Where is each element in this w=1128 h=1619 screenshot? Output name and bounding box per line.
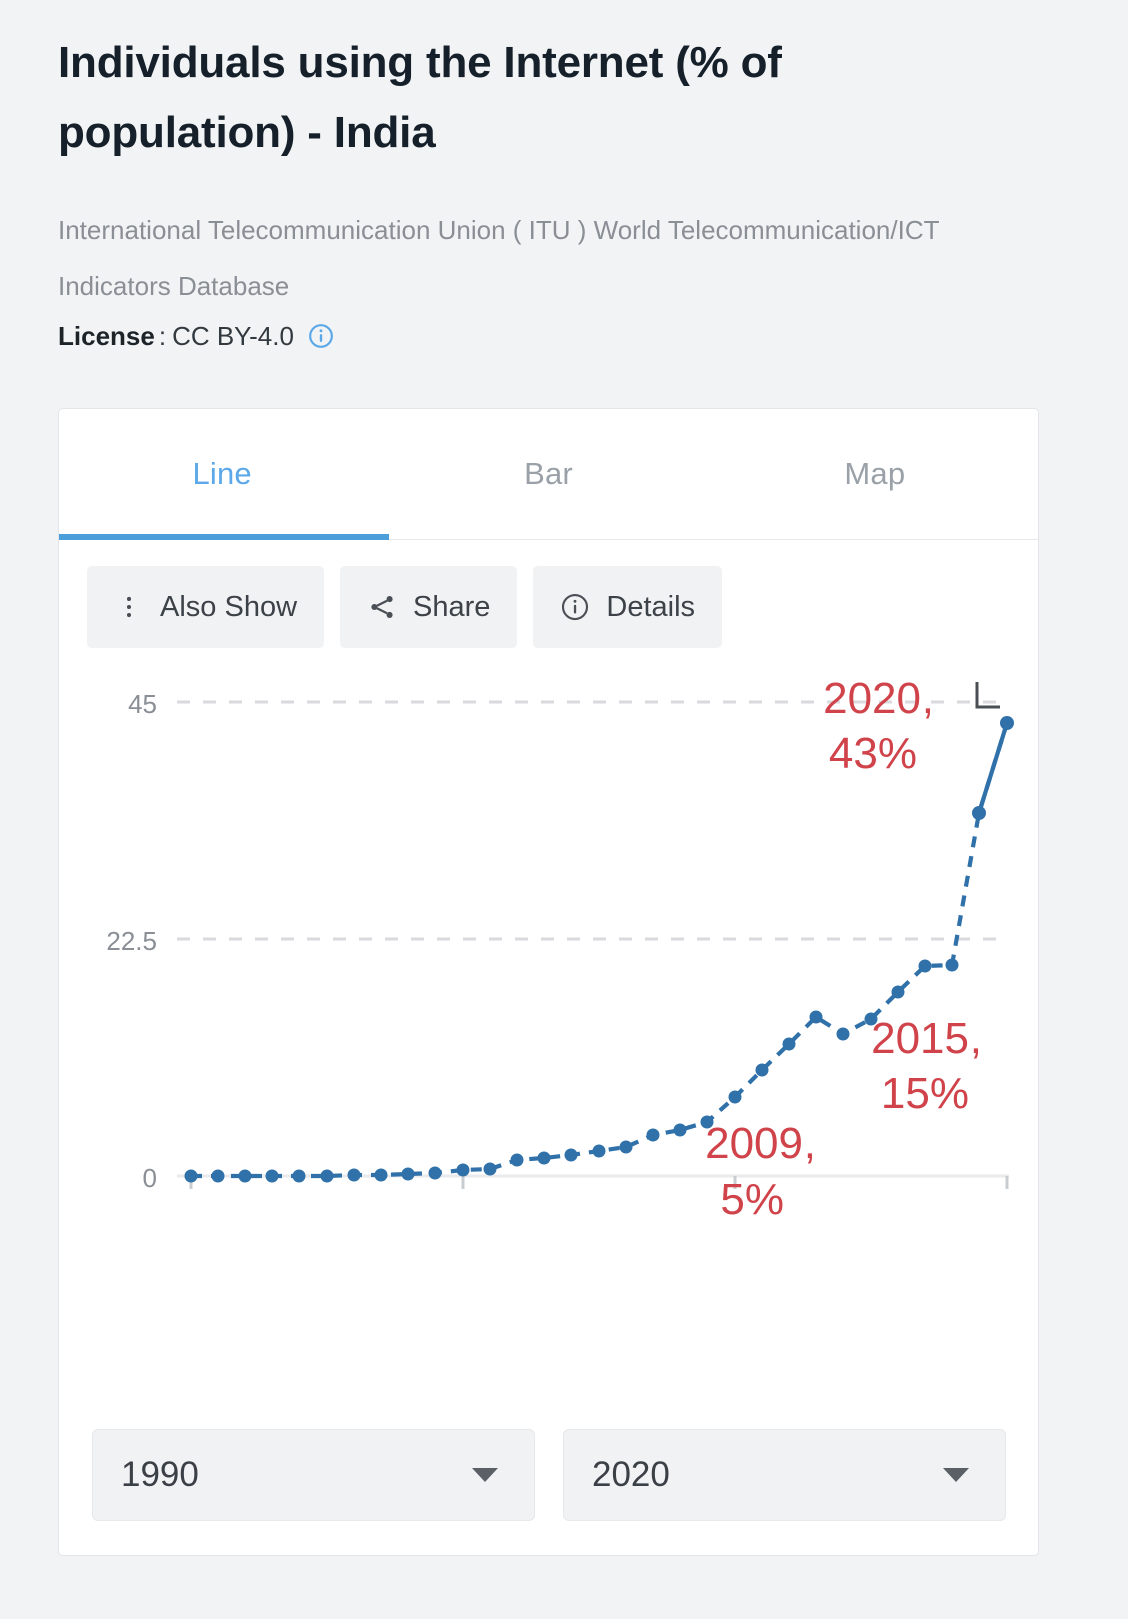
annotation-2009-year: 2009 [705, 1119, 803, 1168]
details-label: Details [606, 591, 695, 624]
chart-type-tabs: Line Bar Map [59, 409, 1038, 540]
chart-toolbar: Also Show Share [59, 540, 1038, 648]
details-button[interactable]: Details [533, 566, 722, 648]
page-title: Individuals using the Internet (% of pop… [58, 28, 978, 167]
end-year-select[interactable]: 2020 [563, 1429, 1006, 1521]
active-tab-indicator [59, 534, 389, 540]
tab-bar[interactable]: Bar [385, 409, 711, 539]
annotation-2020-value: 43% [829, 729, 917, 778]
chart-card: Line Bar Map Also Show [58, 408, 1039, 1556]
license-label: License [58, 321, 155, 352]
annotation-2020: 2020 , 43% [823, 674, 934, 778]
annotation-2015-value: 15% [881, 1069, 969, 1118]
tab-map[interactable]: Map [712, 409, 1038, 539]
annotation-2015-comma: , [970, 1014, 982, 1063]
ytick-label-0: 0 [143, 1163, 157, 1193]
annotation-2009-value: 5% [720, 1175, 784, 1224]
chevron-down-icon [943, 1468, 969, 1482]
license-separator: : [159, 321, 166, 352]
chevron-down-icon [472, 1468, 498, 1482]
annotation-2015-year: 2015 [871, 1014, 969, 1063]
ytick-label-45: 45 [128, 689, 157, 719]
page-root: Individuals using the Internet (% of pop… [0, 0, 1128, 1619]
share-button[interactable]: Share [340, 566, 517, 648]
share-icon [367, 592, 397, 622]
annotation-2015: 2015 , 15% [871, 1014, 982, 1118]
annotation-2020-year: 2020 [823, 674, 921, 723]
start-year-select[interactable]: 1990 [92, 1429, 535, 1521]
year-range-selects: 1990 2020 [92, 1429, 1006, 1521]
annotation-2020-comma: , [922, 674, 934, 723]
chart-svg: 45 22.5 0 [59, 658, 1040, 1358]
tab-line[interactable]: Line [59, 409, 385, 539]
end-year-value: 2020 [592, 1455, 670, 1495]
ytick-label-22-5: 22.5 [106, 926, 157, 956]
info-circle-icon[interactable] [308, 323, 334, 349]
also-show-label: Also Show [160, 591, 297, 624]
info-circle-icon [560, 592, 590, 622]
data-source-text: International Telecommunication Union ( … [58, 203, 958, 315]
data-line-final-segment [979, 723, 1007, 813]
also-show-button[interactable]: Also Show [87, 566, 324, 648]
license-row: License : CC BY-4.0 [58, 321, 1070, 352]
annotation-2009-comma: , [804, 1119, 816, 1168]
share-label: Share [413, 591, 490, 624]
page-header: Individuals using the Internet (% of pop… [0, 0, 1128, 352]
start-year-value: 1990 [121, 1455, 199, 1495]
annotation-2009: 2009 , 5% [705, 1119, 816, 1224]
vertical-dots-icon [114, 592, 144, 622]
license-value: CC BY-4.0 [172, 321, 294, 352]
line-chart[interactable]: 45 22.5 0 [59, 658, 1040, 1358]
